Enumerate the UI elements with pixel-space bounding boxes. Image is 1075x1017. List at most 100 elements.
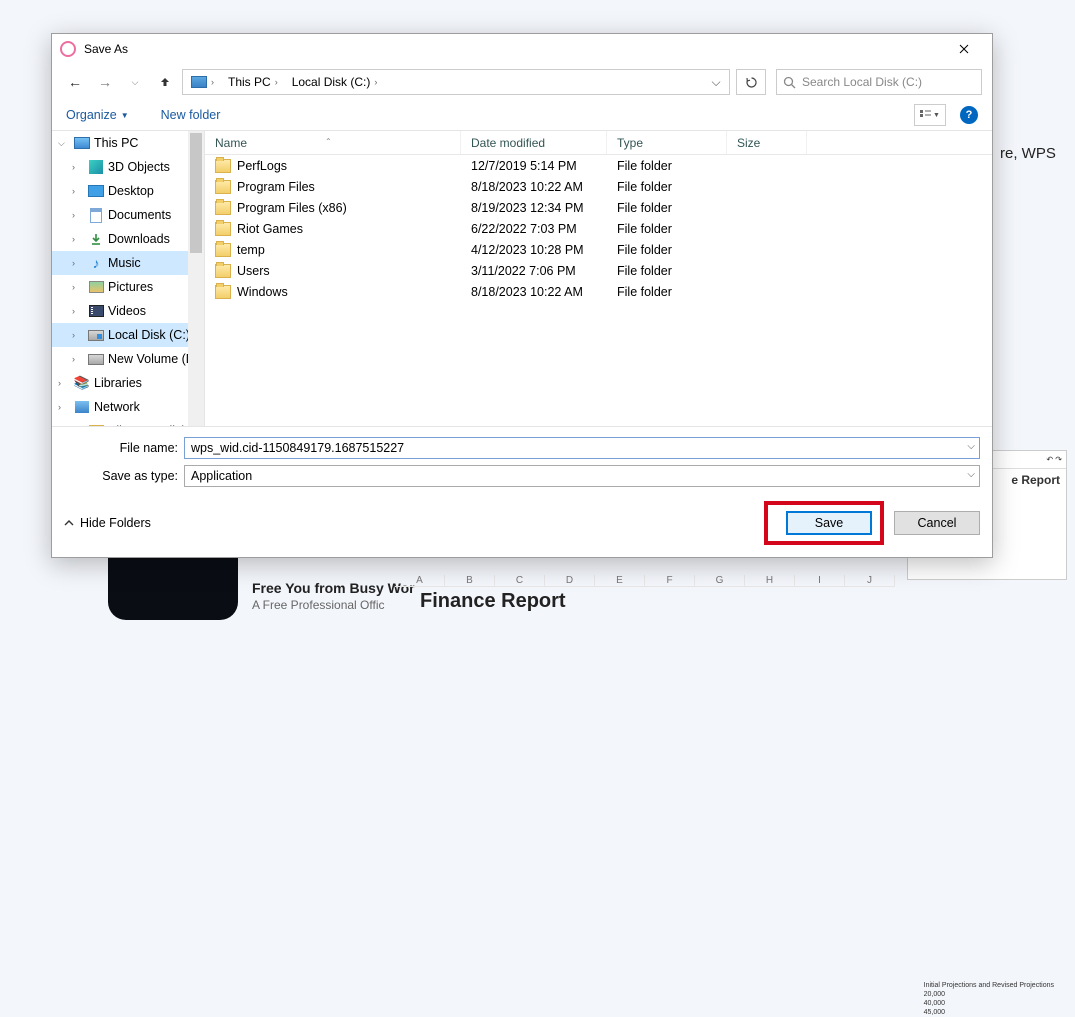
tree-item-label: Local Disk (C:) [108, 328, 190, 342]
expand-icon[interactable]: › [72, 186, 84, 196]
col-name[interactable]: Name [215, 136, 247, 150]
bg-undo-icon: ↶ ↷ [1046, 455, 1062, 464]
tree-item-pictures[interactable]: ›Pictures [52, 275, 204, 299]
file-date: 8/18/2023 10:22 AM [461, 285, 607, 299]
forward-button[interactable]: → [92, 69, 118, 95]
file-row[interactable]: Riot Games6/22/2022 7:03 PMFile folder [205, 218, 992, 239]
tree-items: ⌵ This PC › 3D Objects › Desktop › Documents ›Do… [52, 131, 204, 426]
savetype-dropdown-icon[interactable]: ⌵ [967, 469, 975, 480]
tree-scrollbar[interactable] [188, 131, 204, 426]
savetype-combo[interactable]: Application ⌵ [184, 465, 980, 487]
col-size[interactable]: Size [727, 131, 807, 154]
tree-item-label: Desktop [108, 184, 154, 198]
search-input[interactable]: Search Local Disk (C:) [776, 69, 982, 95]
tree-item-local-disk-c-[interactable]: › Local Disk (C:) [52, 323, 204, 347]
drive-icon [88, 351, 104, 367]
recent-dropdown[interactable]: ⌵ [122, 69, 148, 95]
back-button[interactable]: ← [62, 69, 88, 95]
list-header[interactable]: Name⌃ Date modified Type Size [205, 131, 992, 155]
tree-item-network[interactable]: › Network [52, 395, 204, 419]
address-bar[interactable]: › This PC› Local Disk (C:)› ⌵ [182, 69, 730, 95]
music-icon: ♪ [88, 255, 104, 271]
expand-icon[interactable]: › [72, 354, 84, 364]
file-row[interactable]: Users3/11/2022 7:06 PMFile folder [205, 260, 992, 281]
expand-icon[interactable]: › [58, 402, 70, 412]
pc-icon [74, 135, 90, 151]
refresh-button[interactable] [736, 69, 766, 95]
nav-tree: ⌵ This PC › 3D Objects › Desktop › Documents ›Do… [52, 131, 205, 426]
folder-icon [215, 180, 231, 194]
folder-icon [215, 264, 231, 278]
view-options[interactable]: ▼ [914, 104, 946, 126]
expand-icon[interactable]: › [72, 306, 84, 316]
bg-text-fragment: re, WPS [1000, 145, 1056, 162]
bg-subhead: A Free Professional Offic [252, 598, 385, 612]
file-row[interactable]: PerfLogs12/7/2019 5:14 PMFile folder [205, 155, 992, 176]
tree-item-this-pc[interactable]: ⌵ This PC [52, 131, 204, 155]
breadcrumb-root[interactable]: This PC [228, 75, 271, 89]
expand-icon[interactable]: › [72, 282, 84, 292]
titlebar: Save As [52, 34, 992, 64]
save-button[interactable]: Save [786, 511, 872, 535]
tree-item-videos[interactable]: ›Videos [52, 299, 204, 323]
breadcrumb-seg-0[interactable]: Local Disk (C:) [292, 75, 371, 89]
file-name: Riot Games [237, 222, 303, 236]
save-as-dialog: Save As ← → ⌵ › This PC› Local Disk (C:)… [51, 33, 993, 558]
tree-item-music[interactable]: ›♪Music [52, 251, 204, 275]
expand-icon[interactable]: › [72, 234, 84, 244]
file-date: 4/12/2023 10:28 PM [461, 243, 607, 257]
filename-dropdown-icon[interactable]: ⌵ [967, 441, 975, 452]
folder-icon [215, 243, 231, 257]
tree-item-desktop[interactable]: › Desktop [52, 179, 204, 203]
file-row[interactable]: Program Files (x86)8/19/2023 12:34 PMFil… [205, 197, 992, 218]
file-name: Users [237, 264, 270, 278]
expand-icon[interactable]: › [72, 330, 84, 340]
tree-item-downloads[interactable]: ›Downloads [52, 227, 204, 251]
file-name: Windows [237, 285, 288, 299]
expand-icon[interactable]: › [58, 378, 70, 388]
address-dropdown[interactable]: ⌵ [705, 75, 727, 90]
up-button[interactable] [152, 69, 178, 95]
expand-icon[interactable]: › [72, 258, 84, 268]
file-list: Name⌃ Date modified Type Size PerfLogs12… [205, 131, 992, 426]
hide-folders-toggle[interactable]: Hide Folders [64, 516, 151, 530]
tree-item-label: Documents [108, 208, 171, 222]
tree-item-new-volume-d[interactable]: ›New Volume (D [52, 347, 204, 371]
file-type: File folder [607, 264, 727, 278]
cancel-button[interactable]: Cancel [894, 511, 980, 535]
tree-item-label: Alice's English [108, 424, 188, 426]
help-button[interactable]: ? [960, 106, 978, 124]
net-icon [74, 399, 90, 415]
file-date: 8/18/2023 10:22 AM [461, 180, 607, 194]
file-row[interactable]: Windows8/18/2023 10:22 AMFile folder [205, 281, 992, 302]
file-row[interactable]: temp4/12/2023 10:28 PMFile folder [205, 239, 992, 260]
organize-menu[interactable]: Organize▼ [66, 108, 129, 122]
lib-icon: 📚 [74, 375, 90, 391]
file-type: File folder [607, 159, 727, 173]
tree-item-label: Network [94, 400, 140, 414]
tree-item-label: This PC [94, 136, 138, 150]
pc-icon [191, 76, 207, 88]
close-button[interactable] [944, 35, 984, 63]
file-date: 8/19/2023 12:34 PM [461, 201, 607, 215]
filename-input[interactable]: wps_wid.cid-1150849179.1687515227 ⌵ [184, 437, 980, 459]
expand-icon[interactable]: › [72, 162, 84, 172]
tree-item-label: 3D Objects [108, 160, 170, 174]
tree-item-libraries[interactable]: ›📚Libraries [52, 371, 204, 395]
new-folder-button[interactable]: New folder [161, 108, 221, 122]
tree-item-3d-objects[interactable]: › 3D Objects [52, 155, 204, 179]
list-body[interactable]: PerfLogs12/7/2019 5:14 PMFile folderProg… [205, 155, 992, 426]
file-row[interactable]: Program Files8/18/2023 10:22 AMFile fold… [205, 176, 992, 197]
tree-item-alice-s-english[interactable]: Alice's English [52, 419, 204, 426]
search-icon [783, 76, 796, 89]
file-date: 6/22/2022 7:03 PM [461, 222, 607, 236]
tree-item-documents[interactable]: › Documents [52, 203, 204, 227]
col-date[interactable]: Date modified [461, 131, 607, 154]
expand-icon[interactable]: ⌵ [58, 138, 70, 149]
bottom-panel: File name: wps_wid.cid-1150849179.168751… [52, 426, 992, 557]
expand-icon[interactable]: › [72, 210, 84, 220]
col-type[interactable]: Type [607, 131, 727, 154]
filename-label: File name: [64, 441, 184, 455]
folder-icon [215, 159, 231, 173]
file-name: temp [237, 243, 265, 257]
